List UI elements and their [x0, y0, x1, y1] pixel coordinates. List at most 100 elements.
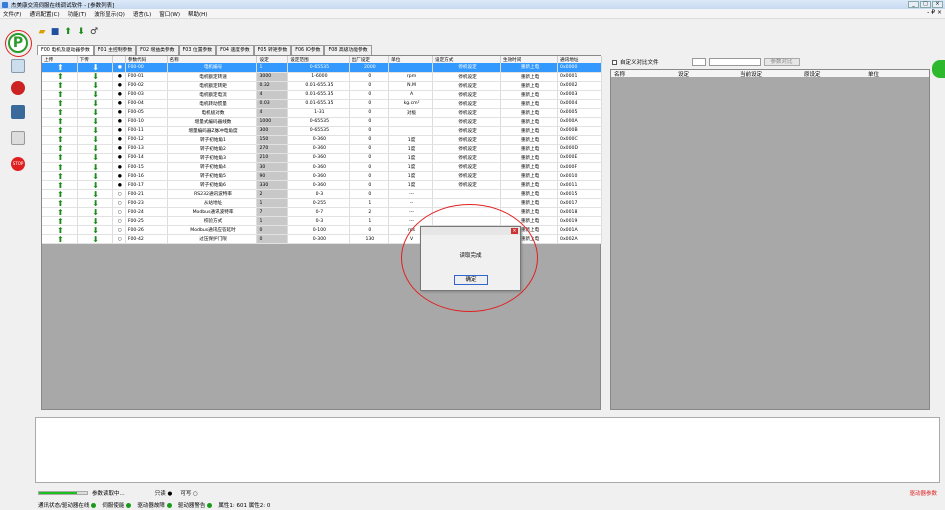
table-row[interactable]: ⬆ ⬇ ● F00-11 增量编码器Z脉冲电角度 300 0-65535 0 停机设定 重新上电 0…	[42, 126, 602, 136]
down-arrow-icon[interactable]: ⬇	[77, 126, 113, 136]
tab-f02[interactable]: F02 增益类参数	[136, 45, 179, 55]
table-row[interactable]: ⬆ ⬇ ● F00-17 转子初始角6 330 0-360 0 1度 停机设定 重新上电 0x0011	[42, 180, 602, 191]
up-arrow-icon[interactable]: ⬆	[42, 126, 78, 136]
param-value[interactable]: 3000	[256, 72, 289, 82]
menu-window[interactable]: 窗口(W)	[159, 10, 180, 18]
table-row[interactable]: ⬆ ⬇ ● F00-13 转子初始角2 270 0-360 0 1度 停机设定 重新上电 0x000D	[42, 144, 602, 154]
param-value[interactable]: 210	[256, 153, 289, 164]
table-row[interactable]: ⬆ ⬇ ○ F00-21 RS232通讯波特率 2 0-3 0 --- 重新上电 0x0015	[42, 189, 602, 200]
side-tab-handle[interactable]	[932, 60, 945, 78]
up-arrow-icon[interactable]: ⬆	[42, 108, 78, 118]
menu-function[interactable]: 功能(T)	[68, 10, 87, 18]
keypad-icon[interactable]	[11, 131, 25, 145]
up-arrow-icon[interactable]: ⬆	[42, 63, 78, 73]
table-row[interactable]: ⬆ ⬇ ○ F00-23 从站地址 1 0-255 1 -- 重新上电 0x0017	[42, 198, 602, 209]
down-arrow-icon[interactable]: ⬇	[77, 189, 113, 200]
close-button[interactable]: ×	[932, 1, 943, 8]
up-arrow-icon[interactable]: ⬆	[42, 207, 78, 218]
up-arrow-icon[interactable]: ⬆	[42, 72, 78, 82]
up-arrow-icon[interactable]: ⬆	[42, 198, 78, 209]
up-arrow-icon[interactable]: ⬆	[42, 171, 78, 182]
up-arrow-icon[interactable]: ⬆	[42, 117, 78, 127]
down-arrow-icon[interactable]: ⬇	[77, 81, 113, 91]
compare-file-input-small[interactable]	[691, 58, 706, 66]
down-arrow-icon[interactable]: ⬇	[77, 234, 113, 245]
up-arrow-icon[interactable]: ⬆	[42, 216, 78, 227]
table-row[interactable]: ⬆ ⬇ ● F00-01 电机额定转速 3000 1-6000 0 rpm 停机设定 重新上电 0x0…	[42, 72, 602, 82]
down-arrow-icon[interactable]: ⬇	[77, 117, 113, 127]
down-arrow-icon[interactable]: ⬇	[77, 198, 113, 209]
param-value[interactable]: 4	[256, 108, 289, 118]
down-arrow-icon[interactable]: ⬇	[77, 108, 113, 118]
param-value[interactable]: 30	[256, 162, 289, 173]
table-row[interactable]: ⬆ ⬇ ● F00-16 转子初始角5 90 0-360 0 1度 停机设定 重新上电 0x0010	[42, 171, 602, 182]
tab-f03[interactable]: F03 位置参数	[178, 45, 217, 55]
mdi-controls[interactable]: - ₽ ×	[927, 9, 942, 16]
param-value[interactable]: 0.32	[256, 81, 289, 91]
up-arrow-icon[interactable]: ⬆	[42, 81, 78, 91]
open-folder-icon[interactable]: ▰	[37, 27, 47, 37]
param-value[interactable]: 90	[256, 171, 289, 182]
down-arrow-icon[interactable]: ⬇	[77, 180, 113, 191]
param-value[interactable]: 0	[256, 225, 289, 236]
up-arrow-icon[interactable]: ⬆	[42, 180, 78, 191]
up-arrow-icon[interactable]: ⬆	[42, 144, 78, 154]
down-arrow-icon[interactable]: ⬇	[77, 144, 113, 154]
param-value[interactable]: 0.03	[256, 99, 289, 109]
up-arrow-icon[interactable]: ⬆	[42, 225, 78, 236]
table-row[interactable]: ⬆ ⬇ ● F00-10 增量式编码器线数 1000 0-65535 0 停机设定 重新上电 0x0…	[42, 117, 602, 127]
menu-help[interactable]: 帮助(H)	[188, 10, 207, 18]
maximize-button[interactable]: □	[920, 1, 931, 8]
tab-f01[interactable]: F01 主控制参数	[93, 45, 137, 55]
tab-f08[interactable]: F08 高级功能参数	[324, 45, 372, 55]
table-row[interactable]: ⬆ ⬇ ○ F00-24 Modbus通讯波特率 7 0-7 2 --- 重新上电 0x0018	[42, 207, 602, 218]
table-row[interactable]: ⬆ ⬇ ● F00-00 电机编号 1 0-65535 2000 停机设定 重新上电 0x0000	[42, 63, 602, 73]
param-value[interactable]: 2	[256, 189, 289, 200]
up-arrow-icon[interactable]: ⬆	[42, 234, 78, 245]
down-arrow-icon[interactable]: ⬇	[77, 72, 113, 82]
upload-all-icon[interactable]: ⬆	[63, 27, 73, 37]
save-icon[interactable]: ■	[50, 27, 60, 37]
down-arrow-icon[interactable]: ⬇	[77, 99, 113, 109]
down-arrow-icon[interactable]: ⬇	[77, 225, 113, 236]
down-arrow-icon[interactable]: ⬇	[77, 153, 113, 164]
param-value[interactable]: 1	[256, 198, 289, 209]
up-arrow-icon[interactable]: ⬆	[42, 90, 78, 100]
menu-waveform[interactable]: 波形显示(Q)	[94, 10, 125, 18]
compare-button[interactable]: 参数对比	[763, 58, 800, 66]
tab-f05[interactable]: F05 转矩参数	[253, 45, 292, 55]
down-arrow-icon[interactable]: ⬇	[77, 171, 113, 182]
down-arrow-icon[interactable]: ⬇	[77, 162, 113, 173]
up-arrow-icon[interactable]: ⬆	[42, 153, 78, 164]
table-row[interactable]: ⬆ ⬇ ● F00-14 转子初始角3 210 0-360 0 1度 停机设定 重新上电 0x000E	[42, 153, 602, 164]
table-row[interactable]: ⬆ ⬇ ● F00-05 电机极对数 4 1-31 0 对极 停机设定 重新上电 0x0005	[42, 108, 602, 118]
compare-file-input[interactable]	[708, 58, 761, 66]
param-value[interactable]: 150	[256, 135, 289, 145]
key-icon[interactable]: ♂	[89, 27, 99, 37]
custom-compare-checkbox[interactable]	[612, 59, 617, 65]
monitor-icon[interactable]	[11, 105, 25, 119]
menu-language[interactable]: 语言(L)	[133, 10, 151, 18]
table-row[interactable]: ⬆ ⬇ ● F00-12 转子初始角1 150 0-360 0 1度 停机设定 重新上电 0x000C	[42, 135, 602, 145]
up-arrow-icon[interactable]: ⬆	[42, 135, 78, 145]
up-arrow-icon[interactable]: ⬆	[42, 99, 78, 109]
tab-f04[interactable]: F04 速度参数	[216, 45, 254, 55]
down-arrow-icon[interactable]: ⬇	[77, 63, 113, 73]
param-value[interactable]: 7	[256, 207, 289, 218]
param-value[interactable]: 300	[256, 126, 289, 136]
param-value[interactable]: 270	[256, 144, 289, 154]
menu-file[interactable]: 文件(F)	[3, 10, 21, 18]
param-value[interactable]: 330	[256, 180, 289, 191]
up-arrow-icon[interactable]: ⬆	[42, 162, 78, 173]
up-arrow-icon[interactable]: ⬆	[42, 189, 78, 200]
menu-comm[interactable]: 通讯配置(C)	[29, 10, 59, 18]
stop-icon[interactable]: STOP	[11, 157, 25, 171]
param-value[interactable]: 4	[256, 90, 289, 100]
table-row[interactable]: ⬆ ⬇ ● F00-02 电机额定转矩 0.32 0.01-655.35 0 N.M 停机设定 重新…	[42, 81, 602, 91]
minimize-button[interactable]: _	[908, 1, 919, 8]
table-row[interactable]: ⬆ ⬇ ● F00-03 电机额定电流 4 0.01-655.35 0 A 停机设定 重新上电 0x0…	[42, 90, 602, 100]
search-tool-icon[interactable]	[11, 59, 25, 73]
param-value[interactable]: 1000	[256, 117, 289, 127]
tab-f00[interactable]: F00 电机及驱动器参数	[37, 45, 94, 55]
param-value[interactable]: 0	[256, 234, 289, 245]
